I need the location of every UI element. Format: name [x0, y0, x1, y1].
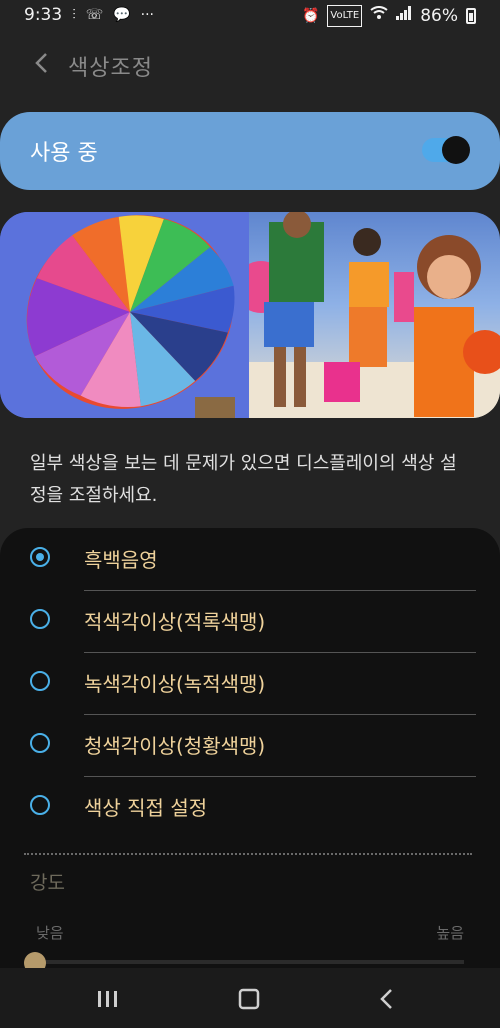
- alarm-icon: ⏰: [301, 8, 320, 24]
- option-custom-color[interactable]: 색상 직접 설정: [0, 776, 500, 838]
- beach-family-image: [249, 212, 500, 418]
- option-label: 흑백음영: [84, 548, 158, 572]
- chevron-left-icon: [35, 53, 47, 73]
- option-label: 색상 직접 설정: [84, 796, 208, 820]
- volte-icon: VoLTE: [327, 5, 363, 27]
- page-title: 색상조정: [68, 56, 153, 81]
- radio-button[interactable]: [30, 795, 50, 815]
- radio-button[interactable]: [30, 671, 50, 691]
- battery-icon: [466, 8, 476, 24]
- option-deuteranomaly[interactable]: 녹색각이상(녹적색맹): [0, 652, 500, 714]
- call-icon: ☏: [85, 7, 104, 23]
- radio-button[interactable]: [30, 733, 50, 753]
- intensity-label: 강도: [30, 872, 65, 894]
- section-divider: [24, 853, 472, 855]
- system-back-button[interactable]: [366, 984, 406, 1014]
- toggle-label: 사용 중: [30, 141, 98, 166]
- preview-images: [0, 212, 500, 418]
- radio-button[interactable]: [30, 547, 50, 567]
- option-tritanomaly[interactable]: 청색각이상(청황색맹): [0, 714, 500, 776]
- option-grayscale[interactable]: 흑백음영: [0, 528, 500, 590]
- status-time: 9:33: [24, 5, 63, 25]
- status-bar: 9:33 ⫶ ☏ 💬 ··· ⏰ VoLTE 86%: [0, 0, 500, 32]
- recents-button[interactable]: [88, 984, 128, 1014]
- switch-knob: [442, 136, 470, 164]
- intensity-slider-track[interactable]: [36, 960, 464, 964]
- option-label: 녹색각이상(녹적색맹): [84, 672, 266, 696]
- intensity-high-label: 높음: [436, 924, 464, 942]
- intensity-low-label: 낮음: [36, 924, 64, 942]
- balloon-image: [0, 212, 249, 418]
- app-header: 색상조정: [0, 40, 500, 90]
- more-icon: ···: [140, 7, 154, 23]
- signal-icon: [396, 6, 412, 26]
- option-label: 적색각이상(적록색맹): [84, 610, 266, 634]
- notification-icon: ⫶: [72, 7, 76, 23]
- option-protanomaly[interactable]: 적색각이상(적록색맹): [0, 590, 500, 652]
- description-text: 일부 색상을 보는 데 문제가 있으면 디스플레이의 색상 설정을 조절하세요.: [30, 453, 457, 506]
- option-label: 청색각이상(청황색맹): [84, 734, 266, 758]
- talk-icon: 💬: [113, 7, 131, 23]
- color-options-list: 흑백음영 적색각이상(적록색맹) 녹색각이상(녹적색맹) 청색각이상(청황색맹)…: [0, 528, 500, 968]
- back-icon: [380, 989, 392, 1009]
- home-icon: [238, 988, 260, 1010]
- battery-percent: 86%: [420, 6, 458, 26]
- home-button[interactable]: [229, 984, 269, 1014]
- back-button[interactable]: [26, 48, 56, 78]
- master-toggle-row[interactable]: 사용 중: [0, 112, 500, 190]
- navigation-bar: [0, 968, 500, 1028]
- wifi-icon: [370, 6, 388, 26]
- recents-icon: [98, 991, 117, 1007]
- toggle-switch[interactable]: [422, 136, 470, 164]
- radio-button[interactable]: [30, 609, 50, 629]
